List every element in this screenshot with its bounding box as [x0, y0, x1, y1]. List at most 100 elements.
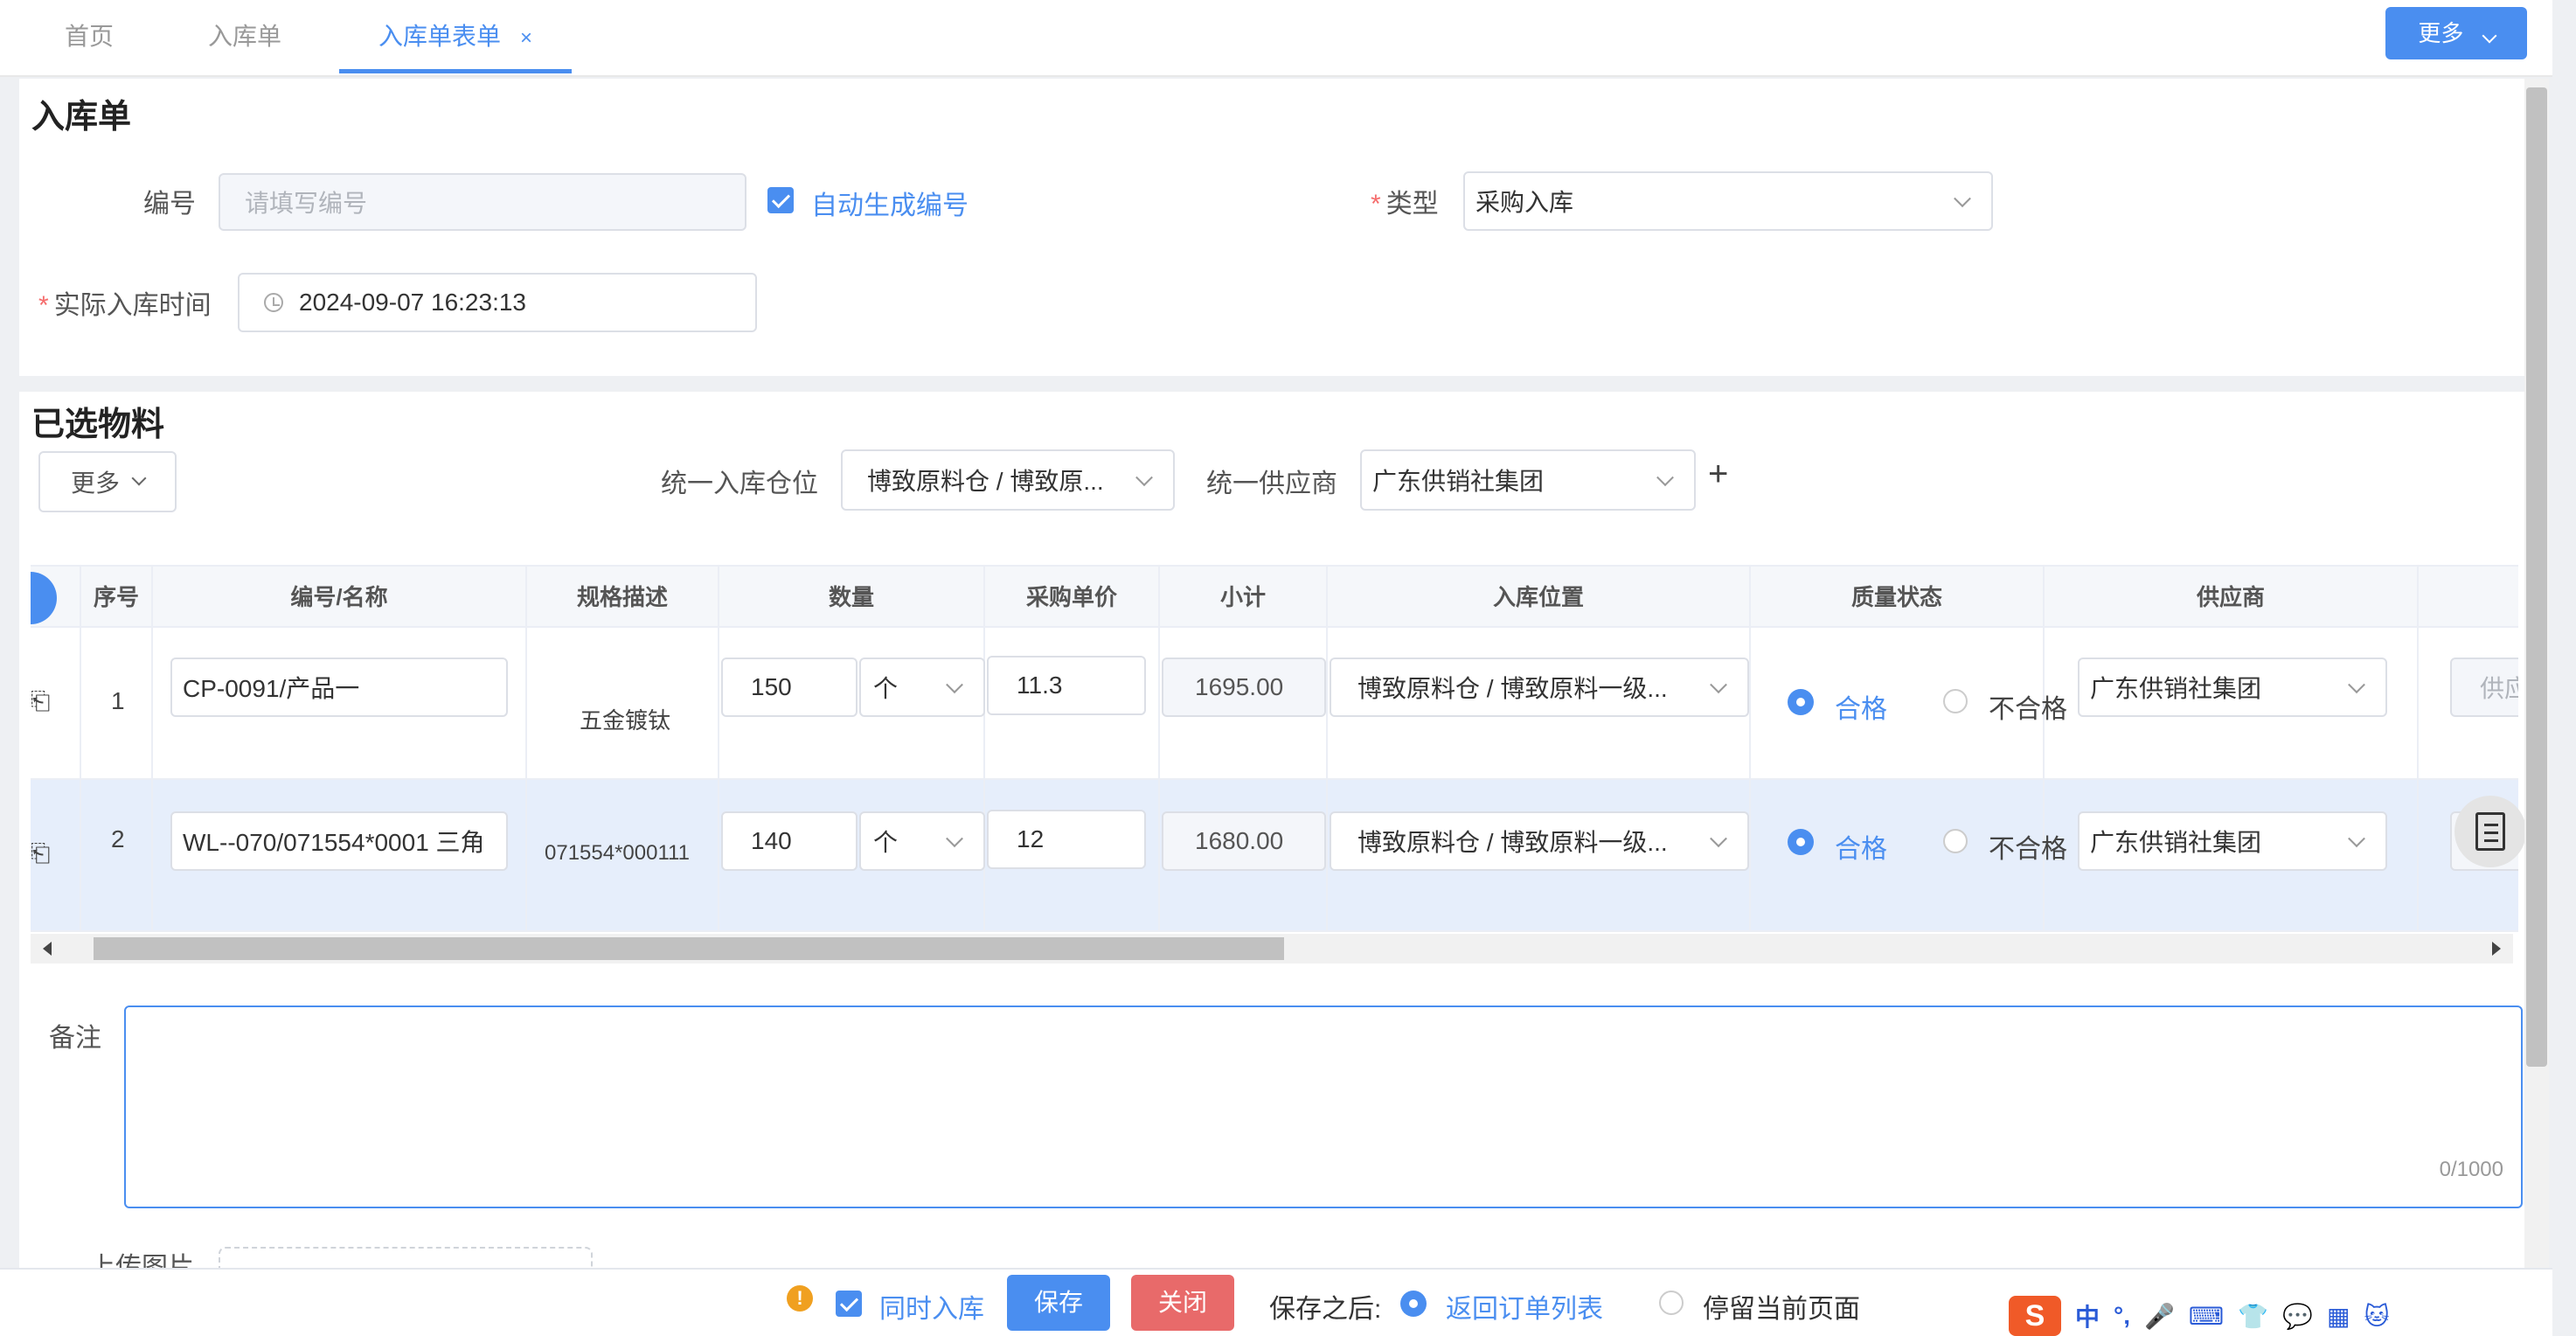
spec-text: 071554*000111: [545, 841, 690, 865]
table-header-cell: 入库位置: [1328, 567, 1751, 628]
price-input[interactable]: 11.3: [987, 656, 1146, 715]
chevron-down-icon: [1710, 676, 1727, 694]
location-select[interactable]: 博致原料仓 / 博致原料一级...: [1330, 658, 1749, 717]
unit-value: 个: [873, 675, 899, 702]
quality-ok-radio[interactable]: [1788, 829, 1814, 855]
code-name-value: CP-0091/产品一: [183, 675, 360, 702]
microphone-icon[interactable]: 🎤: [2144, 1302, 2175, 1331]
table-header-cell: 数量: [719, 567, 985, 628]
warning-icon: !: [787, 1285, 813, 1312]
row-supplier-select[interactable]: 广东供销社集团: [2078, 658, 2387, 717]
close-tab-icon[interactable]: ×: [520, 26, 532, 50]
row-copy-icon[interactable]: ⎗: [31, 839, 50, 868]
tab-bar: 首页 入库单 入库单表单 × 更多: [0, 0, 2552, 77]
after-save-label: 保存之后:: [1269, 1295, 1382, 1324]
keyboard-icon[interactable]: ⌨: [2189, 1302, 2224, 1331]
table-header-cell: 采购单价: [985, 567, 1160, 628]
row-supplier-value: 广东供销社集团: [2090, 675, 2262, 702]
unit-select[interactable]: 个: [859, 658, 985, 717]
auto-code-label[interactable]: 自动生成编号: [811, 184, 969, 222]
table-header-cell: 供应商: [2045, 567, 2419, 628]
chevron-down-icon: [946, 676, 963, 694]
code-name-input[interactable]: WL--070/071554*0001 三角: [170, 811, 508, 871]
mascot-icon[interactable]: 🐱: [2364, 1302, 2390, 1331]
top-more-button[interactable]: 更多: [2385, 7, 2527, 59]
row-supplier-select[interactable]: 广东供销社集团: [2078, 811, 2387, 871]
table-header-cell: 编号/名称: [153, 567, 527, 628]
scrollbar-thumb[interactable]: [2526, 87, 2547, 1067]
ime-punct[interactable]: °,: [2114, 1302, 2130, 1330]
add-supplier-icon[interactable]: +: [1708, 455, 1728, 494]
page-vertical-scrollbar[interactable]: [2524, 79, 2549, 1329]
stay-page-label[interactable]: 停留当前页面: [1703, 1287, 1860, 1326]
scroll-left-icon[interactable]: [43, 942, 52, 956]
quality-bad-radio[interactable]: [1943, 829, 1968, 853]
row-index: 1: [111, 687, 125, 714]
code-input[interactable]: 请填写编号: [219, 173, 746, 231]
scroll-right-icon[interactable]: [2492, 942, 2501, 956]
close-button[interactable]: 关闭: [1131, 1275, 1234, 1331]
ime-logo-icon[interactable]: S: [2009, 1296, 2061, 1336]
scrollbar-thumb[interactable]: [94, 937, 1284, 960]
table-header: 序号 编号/名称 规格描述 数量 采购单价 小计 入库位置 质量状态 供应商: [31, 565, 2518, 628]
upload-area[interactable]: [219, 1247, 593, 1268]
shirt-icon[interactable]: 👕: [2238, 1302, 2268, 1331]
ime-toolbar: S 中 °, 🎤 ⌨ 👕 💬 ▦ 🐱: [2009, 1296, 2402, 1336]
stay-page-radio[interactable]: [1659, 1291, 1684, 1315]
supplier-select[interactable]: 广东供销社集团: [1360, 449, 1696, 511]
qty-input[interactable]: 140: [721, 811, 858, 871]
code-name-value: WL--070/071554*0001 三角: [183, 829, 485, 856]
time-value: 2024-09-07 16:23:13: [299, 289, 526, 316]
tab-inbound-form[interactable]: 入库单表单 ×: [339, 0, 572, 73]
remark-label: 备注: [49, 1024, 101, 1053]
document-fab-button[interactable]: [2454, 796, 2526, 867]
chevron-down-icon: [2348, 676, 2365, 694]
tab-inbound-list[interactable]: 入库单: [208, 0, 281, 73]
type-select[interactable]: 采购入库: [1463, 171, 1993, 231]
chevron-down-icon: [131, 470, 147, 486]
chevron-down-icon: [1954, 190, 1971, 208]
unit-select[interactable]: 个: [859, 811, 985, 871]
price-input[interactable]: 12: [987, 810, 1146, 869]
table-header-cell: 序号: [81, 567, 153, 628]
return-list-radio[interactable]: [1400, 1291, 1427, 1317]
chevron-down-icon: [1710, 830, 1727, 848]
tab-inbound-form-label: 入库单表单: [378, 23, 501, 50]
form-title: 入库单: [31, 99, 132, 136]
materials-more-label: 更多: [70, 470, 120, 497]
warehouse-select[interactable]: 博致原料仓 / 博致原...: [841, 449, 1175, 511]
ime-mode[interactable]: 中: [2075, 1298, 2100, 1333]
subtotal-input: 1695.00: [1162, 658, 1326, 717]
subtotal-input: 1680.00: [1162, 811, 1326, 871]
remark-textarea[interactable]: 0/1000: [124, 1005, 2523, 1208]
grid-icon[interactable]: ▦: [2327, 1302, 2350, 1331]
simultaneous-label[interactable]: 同时入库: [879, 1287, 984, 1326]
chat-icon[interactable]: 💬: [2282, 1302, 2313, 1331]
table-header-cell: 质量状态: [1751, 567, 2045, 628]
supplier-label: 统一供应商: [1206, 470, 1337, 498]
code-placeholder: 请填写编号: [245, 190, 368, 217]
materials-more-button[interactable]: 更多: [38, 451, 177, 512]
save-button[interactable]: 保存: [1007, 1275, 1110, 1331]
supplier-batch-input[interactable]: 供应批: [2450, 658, 2518, 717]
row-index-cell: [81, 780, 153, 932]
simultaneous-checkbox[interactable]: [836, 1291, 862, 1317]
row-copy-icon[interactable]: ⎗: [31, 687, 50, 716]
chevron-down-icon: [946, 830, 963, 848]
quality-ok-label[interactable]: 合格: [1835, 827, 1887, 866]
location-select[interactable]: 博致原料仓 / 博致原料一级...: [1330, 811, 1749, 871]
code-name-input[interactable]: CP-0091/产品一: [170, 658, 508, 717]
spec-text: 五金镀钛: [580, 707, 671, 734]
qty-input[interactable]: 150: [721, 658, 858, 717]
quality-bad-radio[interactable]: [1943, 689, 1968, 713]
tab-home[interactable]: 首页: [65, 0, 114, 73]
return-list-label[interactable]: 返回订单列表: [1446, 1287, 1603, 1326]
location-value: 博致原料仓 / 博致原料一级...: [1357, 829, 1668, 856]
table-horizontal-scrollbar[interactable]: [31, 934, 2513, 964]
tab-inbound-list-label: 入库单: [208, 23, 282, 50]
top-more-label: 更多: [2418, 20, 2464, 46]
quality-ok-radio[interactable]: [1788, 689, 1814, 715]
quality-ok-label[interactable]: 合格: [1835, 687, 1887, 726]
time-picker[interactable]: 2024-09-07 16:23:13: [238, 273, 757, 332]
auto-code-checkbox[interactable]: [767, 187, 794, 213]
